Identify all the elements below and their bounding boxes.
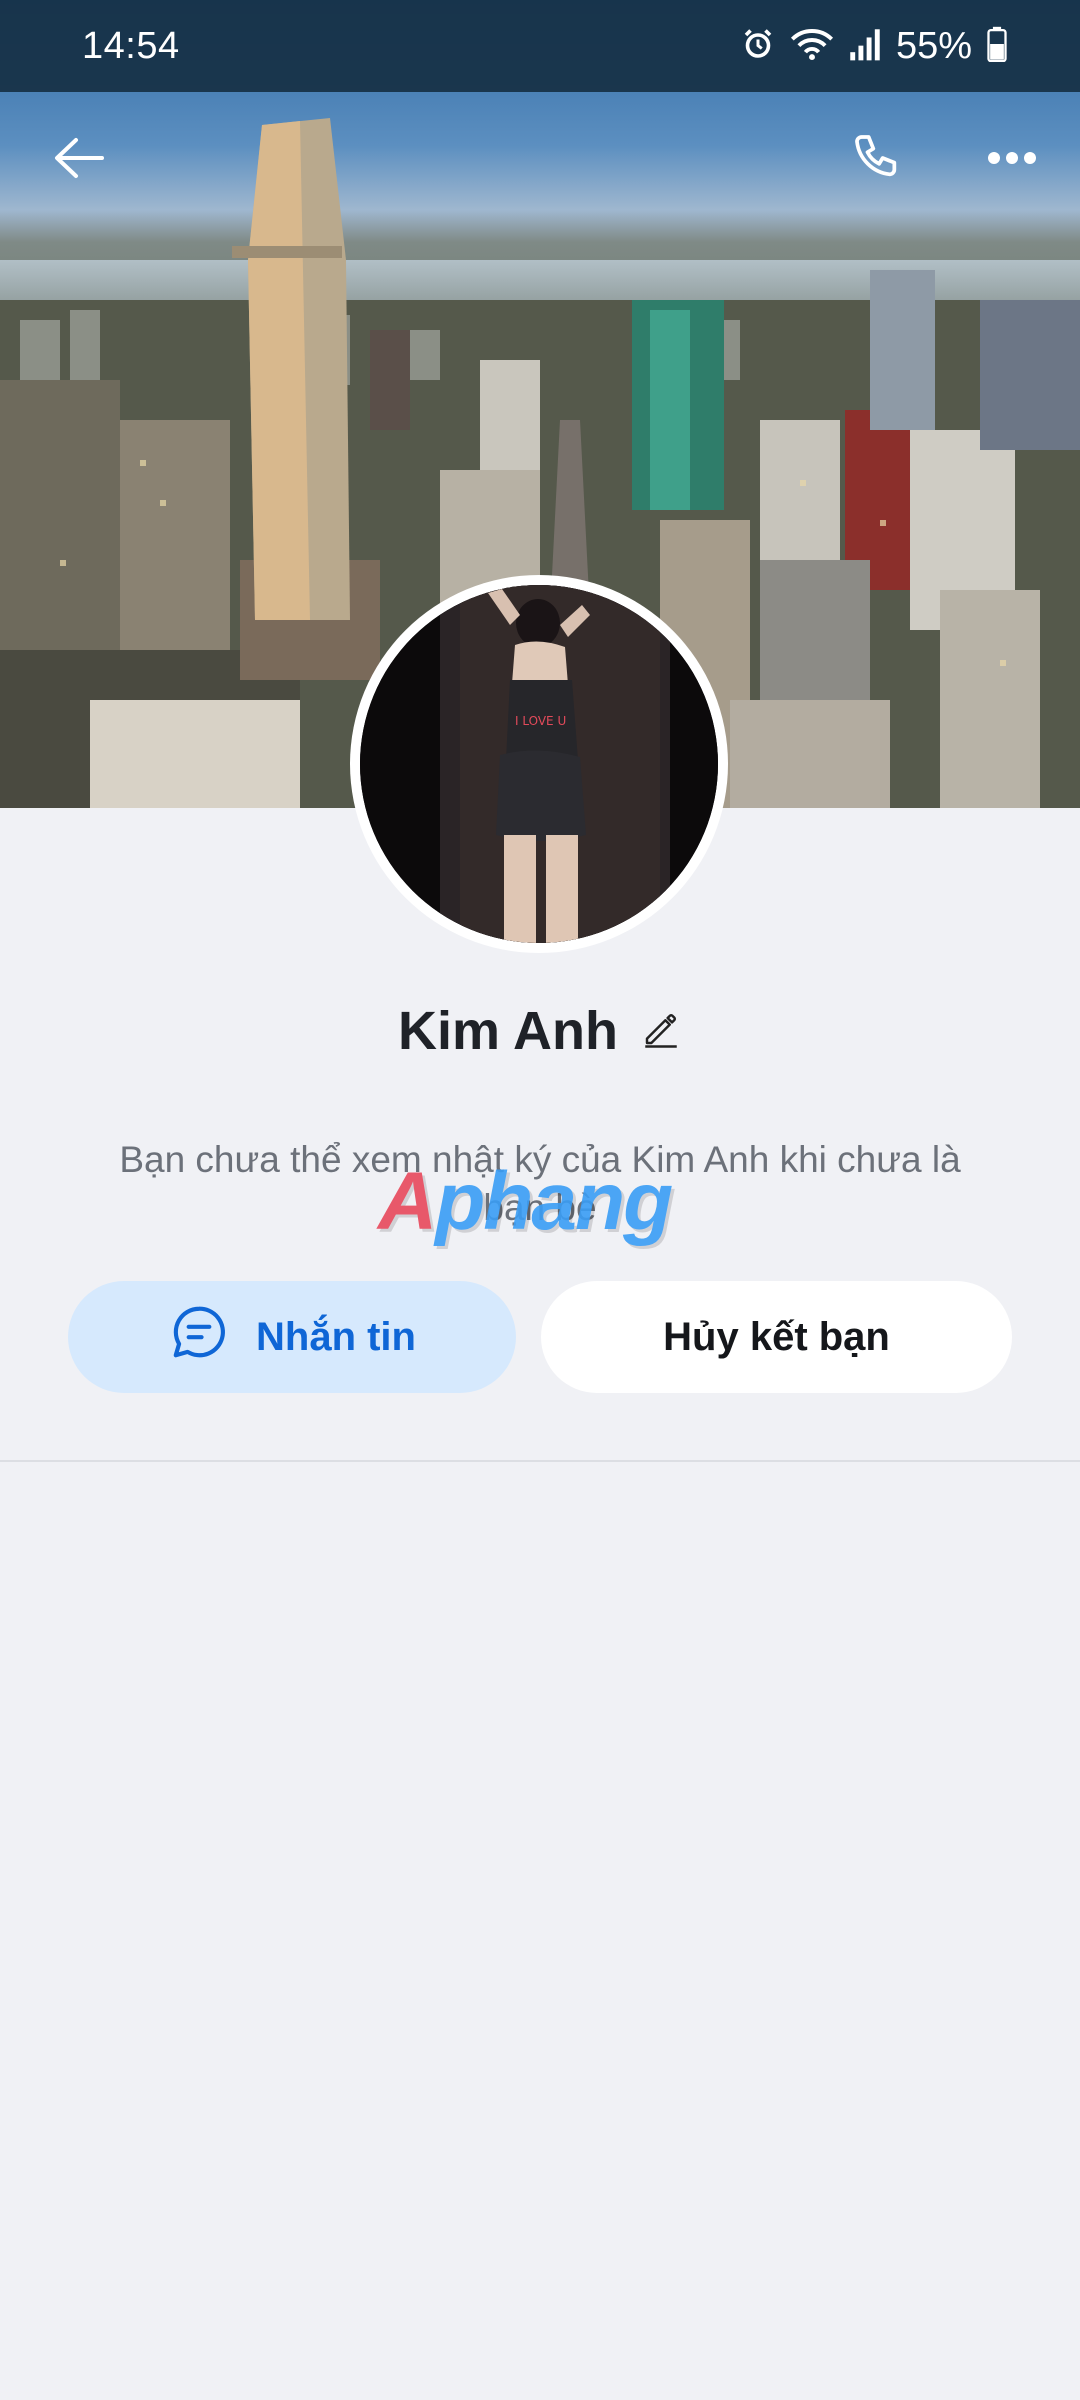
battery-icon (986, 26, 1008, 67)
wifi-icon (790, 26, 834, 67)
call-button[interactable] (838, 120, 918, 200)
more-icon (986, 150, 1038, 171)
status-bar: 14:54 55% (0, 0, 1080, 92)
more-options-button[interactable] (972, 120, 1052, 200)
chat-bubble-icon (168, 1301, 230, 1373)
status-time: 14:54 (82, 24, 180, 67)
pencil-icon (640, 1013, 682, 1054)
alarm-icon (740, 26, 776, 67)
profile-avatar[interactable]: I LOVE U (350, 575, 728, 953)
back-arrow-icon (52, 136, 104, 185)
avatar-shirt-text: I LOVE U (515, 714, 566, 728)
message-button-label: Nhắn tin (256, 1314, 416, 1359)
phone-icon (850, 130, 906, 191)
edit-name-button[interactable] (640, 1008, 682, 1055)
unfriend-button-label: Hủy kết bạn (663, 1314, 890, 1359)
unfriend-button[interactable]: Hủy kết bạn (541, 1281, 1012, 1393)
avatar-photo: I LOVE U (360, 585, 718, 943)
message-button[interactable]: Nhắn tin (68, 1281, 516, 1393)
signal-icon (848, 26, 882, 67)
status-icons: 55% (740, 25, 1008, 68)
watermark-logo: Aphang (378, 1155, 708, 1249)
name-row: Kim Anh (0, 1000, 1080, 1062)
watermark-rest: phang (435, 1156, 673, 1247)
watermark-first: A (378, 1156, 437, 1247)
profile-name: Kim Anh (398, 1001, 618, 1061)
section-divider (0, 1460, 1080, 1462)
battery-percent: 55% (895, 24, 972, 67)
back-button[interactable] (38, 120, 118, 200)
